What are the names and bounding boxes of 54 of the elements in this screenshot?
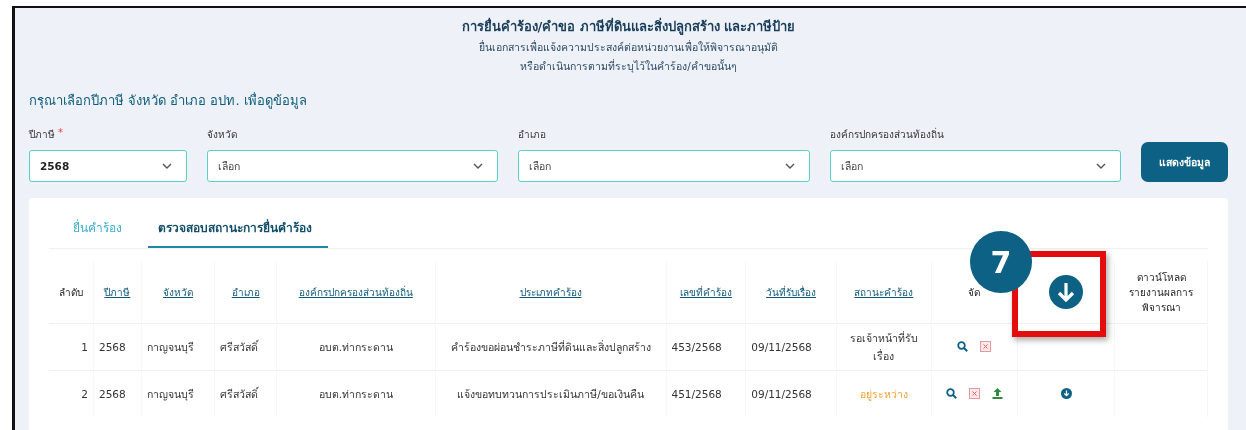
status-text: อยู่ระหว่าง: [836, 370, 932, 417]
column-header[interactable]: สถานะคำร้อง: [836, 261, 932, 324]
field-label: องค์กรปกครองส่วนท้องถิ่น: [829, 127, 944, 142]
filter-title: กรุณาเลือกปีภาษี จังหวัด อำเภอ อปท. เพื่อดูข้อมูล: [29, 91, 308, 111]
upload-icon[interactable]: [991, 387, 1003, 400]
column-header: ดาวน์โหลด รายงานผลการพิจารณา: [1114, 261, 1208, 324]
column-header[interactable]: วันที่รับเรื่อง: [745, 261, 837, 324]
chevron-down-icon: [473, 163, 484, 169]
table-cell: 09/11/2568: [745, 323, 837, 371]
field-label: ปีภาษี: [29, 128, 55, 142]
table-cell: ศรีสวัสดิ์: [214, 370, 277, 417]
show-data-button[interactable]: แสดงข้อมูล: [1141, 142, 1228, 182]
download-icon[interactable]: [1060, 387, 1072, 399]
select-field[interactable]: เลือก: [829, 150, 1121, 182]
search-icon[interactable]: [945, 387, 957, 399]
table-cell: กาญจนบุรี: [141, 370, 215, 417]
select-field[interactable]: เลือก: [207, 150, 499, 182]
table-cell: ศรีสวัสดิ์: [214, 323, 277, 371]
table-cell: แจ้งขอทบทวนการประเมินภาษี/ขอเงินคืน: [435, 370, 666, 417]
table-cell: กาญจนบุรี: [141, 323, 215, 371]
field-label: จังหวัด: [207, 128, 237, 142]
page-subtitle: ยื่นเอกสารเพื่อแจ้งความประสงค์ต่อหน่วยงานเพื่อให้พิจารณาอนุมัติ: [478, 39, 779, 56]
status-text: รอเจ้าหน้าที่รับเรื่อง: [836, 323, 932, 371]
tab[interactable]: ตรวจสอบสถานะการยื่นคำร้อง: [148, 212, 328, 248]
table-cell: 2568: [93, 323, 142, 371]
page-subtitle: หรือดำเนินการตามที่ระบุไว้ในคำร้อง/คำขอนั้นๆ: [519, 58, 738, 75]
table-cell: อบต.ท่ากระดาน: [276, 323, 435, 371]
table-cell: 1: [49, 323, 94, 371]
column-header[interactable]: เลขที่คำร้อง: [666, 261, 746, 324]
column-header[interactable]: องค์กรปกครองส่วนท้องถิ่น: [276, 261, 435, 324]
chevron-down-icon: [162, 163, 172, 169]
download-icon[interactable]: [1049, 275, 1083, 309]
table-cell: คำร้องขอผ่อนชำระภาษีที่ดินและสิ่งปลูกสร้าง: [435, 323, 666, 371]
page-title: การยื่นคำร้อง/คำขอ ภาษีที่ดินและสิ่งปลูกสร้าง และภาษีป้าย: [460, 16, 797, 37]
table-cell: 453/2568: [666, 323, 746, 371]
table-cell: 09/11/2568: [745, 370, 837, 417]
table-cell: 2: [49, 370, 94, 417]
column-header[interactable]: ปีภาษี: [93, 261, 142, 324]
select-field[interactable]: เลือก: [518, 150, 810, 182]
chevron-down-icon: [1096, 163, 1106, 169]
column-header[interactable]: อำเภอ: [214, 261, 277, 324]
column-header[interactable]: จังหวัด: [141, 261, 215, 324]
chevron-down-icon: [784, 163, 795, 169]
table-cell: อบต.ท่ากระดาน: [276, 370, 435, 417]
column-header: ลำดับ: [49, 261, 94, 324]
column-header[interactable]: ประเภทคำร้อง: [435, 261, 666, 324]
field-label: อำเภอ: [518, 128, 547, 142]
required-mark: *: [58, 127, 63, 140]
select-field[interactable]: 2568: [29, 150, 187, 182]
table-cell: 2568: [93, 370, 142, 417]
cancel-icon[interactable]: [980, 340, 992, 352]
search-icon[interactable]: [957, 340, 969, 352]
cancel-icon[interactable]: [968, 387, 980, 399]
table-cell: 451/2568: [666, 370, 746, 417]
